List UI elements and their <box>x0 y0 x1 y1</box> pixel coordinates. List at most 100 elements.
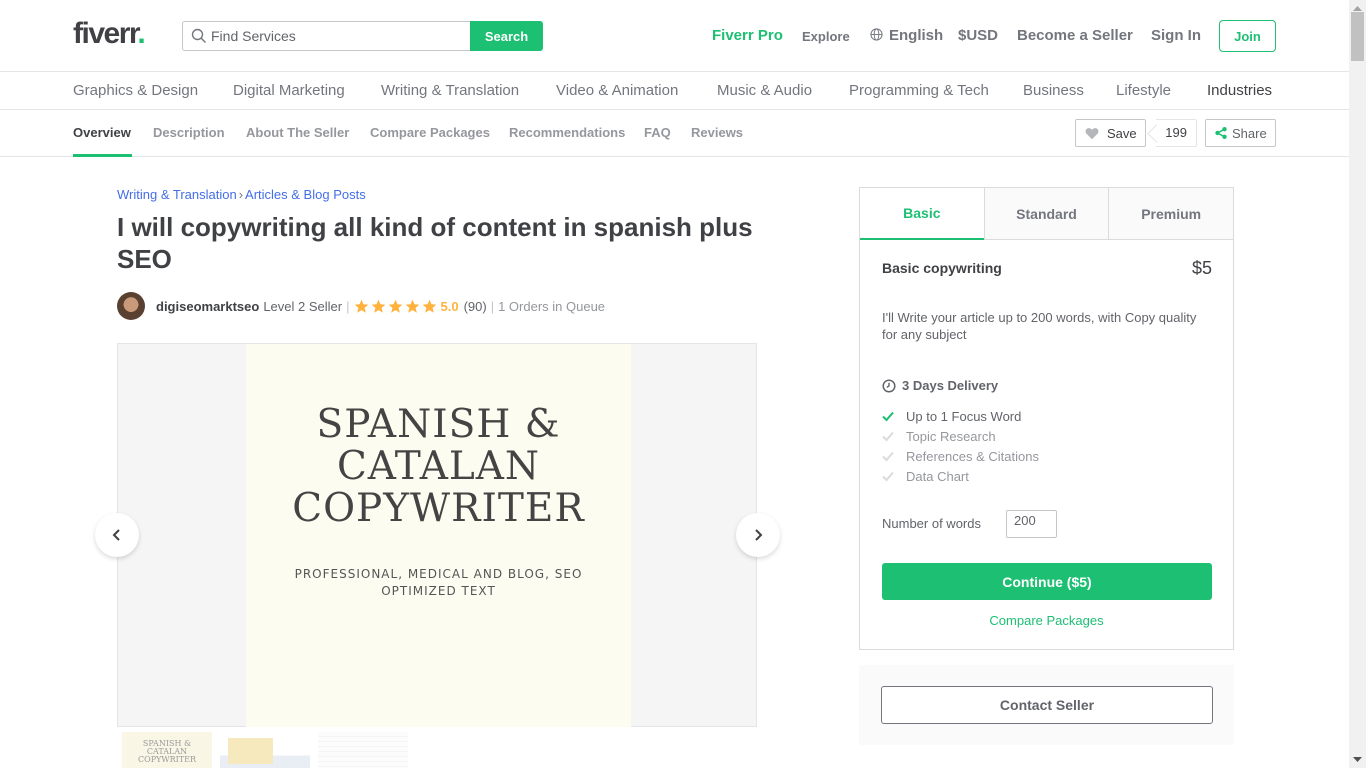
share-button[interactable]: Share <box>1205 119 1276 147</box>
globe-icon <box>870 28 883 41</box>
category-lifestyle[interactable]: Lifestyle <box>1116 82 1171 99</box>
package-description: I'll Write your article up to 200 words,… <box>882 310 1197 342</box>
reviews-count[interactable]: (90) <box>464 299 487 314</box>
orders-in-queue: 1 Orders in Queue <box>498 298 606 314</box>
slide-subtitle: PROFESSIONAL, MEDICAL AND BLOG, SEO OPTI… <box>246 566 631 600</box>
category-business[interactable]: Business <box>1023 82 1084 99</box>
join-button[interactable]: Join <box>1219 20 1276 52</box>
feature-item: Up to 1 Focus Word <box>882 406 1039 426</box>
gallery-thumbnail[interactable]: SPANISH & CATALAN COPYWRITER <box>122 732 212 768</box>
package-features: Up to 1 Focus Word Topic Research Refere… <box>882 406 1039 486</box>
rating-score: 5.0 <box>440 298 459 314</box>
category-digital-marketing[interactable]: Digital Marketing <box>233 82 345 99</box>
save-button[interactable]: Save <box>1075 119 1146 147</box>
gig-title: I will copywriting all kind of content i… <box>117 212 753 274</box>
nav-become-seller[interactable]: Become a Seller <box>1017 27 1133 44</box>
breadcrumb-separator: › <box>238 187 244 202</box>
search-icon <box>191 28 206 43</box>
nav-language[interactable]: English <box>870 27 943 44</box>
package-tab-premium[interactable]: Premium <box>1108 188 1234 240</box>
category-menu: Graphics & Design Digital Marketing Writ… <box>0 72 1349 110</box>
gallery-thumbnail[interactable] <box>220 732 310 768</box>
gallery-prev-button[interactable] <box>95 513 139 557</box>
number-of-words-label: Number of words <box>882 516 981 531</box>
breadcrumb-articles-blog-posts[interactable]: Articles & Blog Posts <box>245 187 366 202</box>
nav-fiverr-pro[interactable]: Fiverr Pro <box>712 27 783 44</box>
feature-item: Data Chart <box>882 466 1039 486</box>
scroll-down-arrow[interactable] <box>1349 751 1366 768</box>
chevron-left-icon <box>112 529 120 541</box>
tab-description[interactable]: Description <box>153 125 225 140</box>
seller-avatar[interactable] <box>117 292 145 320</box>
search-button[interactable]: Search <box>470 21 543 51</box>
category-graphics-design[interactable]: Graphics & Design <box>73 82 198 99</box>
slide-title-line: SPANISH & <box>316 402 561 447</box>
triangle-up-icon <box>1353 6 1362 11</box>
save-count: 199 <box>1156 119 1197 147</box>
package-tabs: Basic Standard Premium <box>860 188 1234 240</box>
number-of-words-input[interactable] <box>1006 510 1057 538</box>
clock-icon <box>882 378 896 393</box>
delivery-time: 3 Days Delivery <box>882 378 998 393</box>
continue-button[interactable]: Continue ($5) <box>882 563 1212 600</box>
gallery-thumbnails: SPANISH & CATALAN COPYWRITER <box>122 732 408 768</box>
fiverr-logo[interactable]: fiverr. <box>73 17 146 51</box>
tab-recommendations[interactable]: Recommendations <box>509 125 625 140</box>
chevron-right-icon <box>755 529 763 541</box>
page-scrollbar[interactable] <box>1349 0 1366 768</box>
package-card: Basic Standard Premium Basic copywriting… <box>859 187 1234 650</box>
gallery-thumbnail[interactable] <box>318 732 408 768</box>
delivery-label: 3 Days Delivery <box>902 378 999 393</box>
check-icon <box>882 431 894 442</box>
divider: | <box>346 298 350 314</box>
contact-seller-section: Contact Seller <box>859 665 1234 745</box>
tab-reviews[interactable]: Reviews <box>691 125 743 140</box>
feature-item: Topic Research <box>882 426 1039 446</box>
nav-sign-in[interactable]: Sign In <box>1151 27 1201 44</box>
tab-overview[interactable]: Overview <box>73 125 131 140</box>
category-industries[interactable]: Industries <box>1207 82 1272 99</box>
compare-packages-link[interactable]: Compare Packages <box>860 613 1233 628</box>
contact-seller-button[interactable]: Contact Seller <box>881 686 1213 724</box>
thumbnail-highlight <box>228 738 273 764</box>
star-icon <box>422 299 436 313</box>
nav-currency[interactable]: $USD <box>958 27 998 44</box>
package-price: $5 <box>1191 258 1212 278</box>
check-icon <box>882 451 894 462</box>
search-input[interactable] <box>211 28 461 44</box>
feature-label: References & Citations <box>906 448 1039 464</box>
slide-subtitle-line: OPTIMIZED TEXT <box>381 584 496 598</box>
check-icon <box>882 411 894 422</box>
tab-compare-packages[interactable]: Compare Packages <box>370 125 490 140</box>
scrollbar-thumb[interactable] <box>1351 12 1364 61</box>
tab-faq[interactable]: FAQ <box>644 125 671 140</box>
save-count-value: 199 <box>1165 125 1187 140</box>
category-video-animation[interactable]: Video & Animation <box>556 82 678 99</box>
package-name: Basic copywriting <box>882 260 1002 276</box>
language-label: English <box>889 27 944 44</box>
triangle-down-icon <box>1353 757 1362 762</box>
tab-about-seller[interactable]: About The Seller <box>246 125 349 140</box>
active-tab-indicator <box>73 154 132 157</box>
search-field[interactable] <box>182 21 471 51</box>
package-tab-basic[interactable]: Basic <box>860 188 984 240</box>
feature-label: Topic Research <box>906 428 996 444</box>
category-writing-translation[interactable]: Writing & Translation <box>381 82 519 99</box>
gallery-slide-image[interactable]: SPANISH & CATALAN COPYWRITER PROFESSIONA… <box>246 344 631 727</box>
category-programming-tech[interactable]: Programming & Tech <box>849 82 989 99</box>
category-music-audio[interactable]: Music & Audio <box>717 82 812 99</box>
check-icon <box>882 471 894 482</box>
heart-icon <box>1085 127 1099 139</box>
breadcrumb-writing-translation[interactable]: Writing & Translation <box>117 187 237 202</box>
slide-title: SPANISH & CATALAN COPYWRITER <box>246 404 631 530</box>
breadcrumb: Writing & Translation › Articles & Blog Po… <box>117 187 366 202</box>
seller-level: Level 2 Seller <box>263 298 343 314</box>
nav-explore[interactable]: Explore <box>802 29 850 44</box>
slide-subtitle-line: PROFESSIONAL, MEDICAL AND BLOG, SEO <box>294 567 583 581</box>
gallery-next-button[interactable] <box>736 513 780 557</box>
package-tab-standard[interactable]: Standard <box>983 188 1109 240</box>
seller-username[interactable]: digiseomarktseo <box>156 299 259 314</box>
seller-overview: digiseomarktseo Level 2 Seller | 5.0 (90… <box>117 291 605 321</box>
feature-label: Up to 1 Focus Word <box>906 408 1022 424</box>
slide-title-line: CATALAN <box>336 444 541 489</box>
